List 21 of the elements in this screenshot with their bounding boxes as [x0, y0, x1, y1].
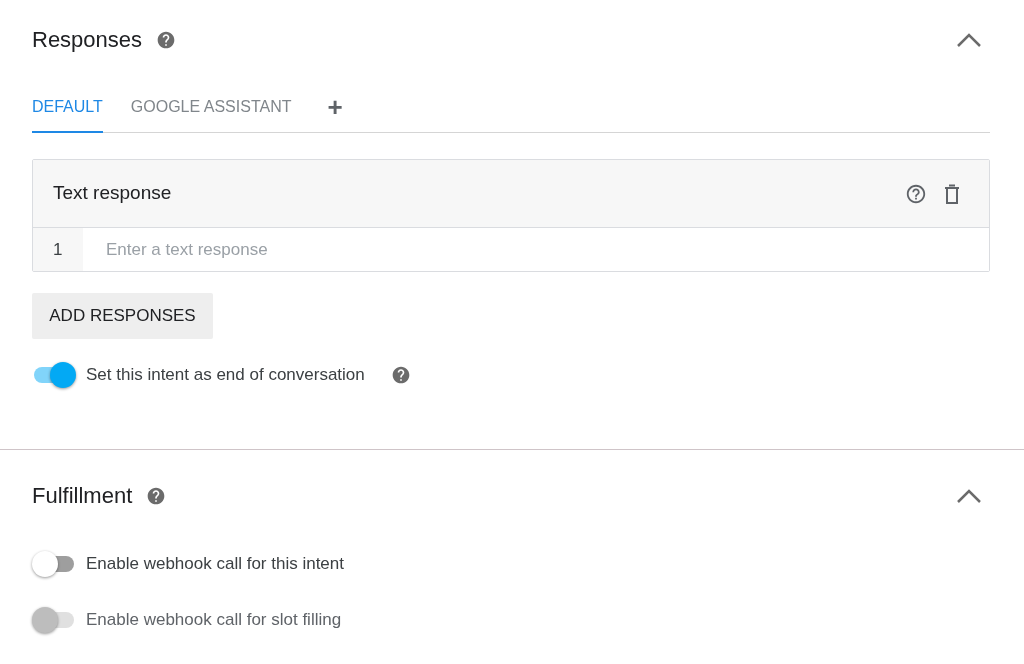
help-icon[interactable] — [156, 29, 177, 50]
section-title: Responses — [32, 26, 143, 54]
toggle-switch[interactable] — [32, 550, 76, 578]
tab[interactable]: GOOGLE ASSISTANT — [130, 95, 292, 133]
text-response-input[interactable]: Enter a text response — [106, 238, 977, 261]
add-responses-button[interactable]: ADD RESPONSES — [32, 293, 213, 339]
help-icon[interactable] — [146, 485, 167, 506]
tab[interactable]: DEFAULT — [32, 95, 103, 133]
add-tab-button[interactable]: + — [327, 94, 343, 132]
row-number: 1 — [33, 228, 83, 271]
section-title: Fulfillment — [32, 482, 133, 510]
toggle-switch[interactable] — [32, 361, 76, 389]
chevron-up-icon[interactable] — [956, 31, 982, 48]
trash-icon[interactable] — [943, 182, 961, 205]
toggle-label: Enable webhook call for slot filling — [86, 609, 342, 632]
chevron-up-icon[interactable] — [956, 487, 982, 504]
toggle-label: Enable webhook call for this intent — [86, 553, 344, 576]
help-icon[interactable] — [905, 182, 927, 205]
card-title: Text response — [53, 181, 172, 206]
help-icon[interactable] — [390, 365, 411, 385]
toggle-label: Set this intent as end of conversation — [86, 364, 365, 387]
